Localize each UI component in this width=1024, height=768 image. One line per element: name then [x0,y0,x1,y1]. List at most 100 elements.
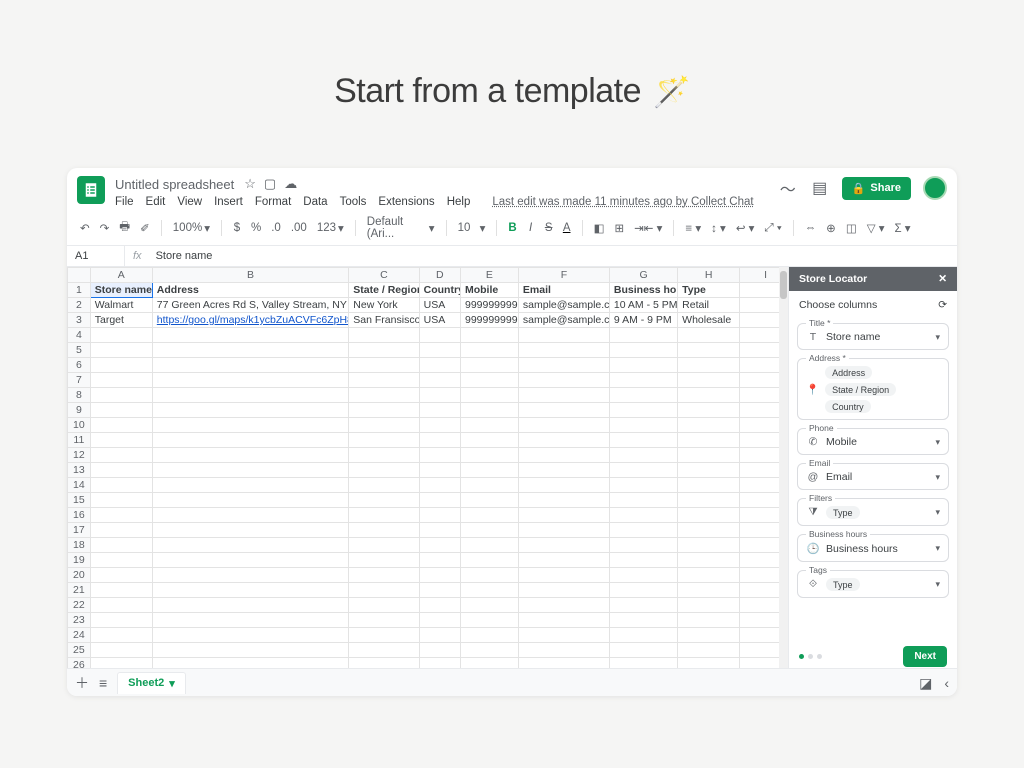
cell[interactable] [460,508,518,523]
menu-extensions[interactable]: Extensions [378,196,434,208]
cell[interactable] [678,583,740,598]
menu-data[interactable]: Data [303,196,327,208]
cell[interactable] [349,328,419,343]
cell[interactable] [609,328,677,343]
cell[interactable] [90,478,152,493]
menu-help[interactable]: Help [447,196,471,208]
cell[interactable]: Email [518,283,609,298]
cell[interactable] [349,358,419,373]
cell[interactable] [349,553,419,568]
refresh-icon[interactable]: ⟳ [938,299,947,311]
cell[interactable] [678,553,740,568]
cell[interactable] [90,418,152,433]
close-icon[interactable]: ✕ [938,273,947,285]
cell[interactable] [90,448,152,463]
zoom-select[interactable]: 100% ▾ [170,219,213,237]
cell[interactable] [419,628,460,643]
cell[interactable] [349,598,419,613]
cell[interactable] [349,613,419,628]
cell[interactable] [152,508,349,523]
cell[interactable] [460,403,518,418]
cell[interactable] [349,388,419,403]
cell[interactable] [460,553,518,568]
field-title[interactable]: Title * T Store name ▾ [797,323,949,350]
side-toggle-button[interactable]: ‹ [944,676,949,690]
functions-button[interactable]: Σ ▾ [892,219,914,237]
cell[interactable] [419,583,460,598]
font-select[interactable]: Default (Ari... ▾ [364,214,438,242]
cell[interactable] [152,478,349,493]
menu-format[interactable]: Format [255,196,291,208]
cell[interactable] [609,403,677,418]
cell[interactable] [609,613,677,628]
cell[interactable] [678,538,740,553]
cell[interactable] [518,628,609,643]
cell[interactable] [419,538,460,553]
cell-reference[interactable]: A1 [67,246,125,266]
cell[interactable]: Target [90,313,152,328]
cell[interactable]: 77 Green Acres Rd S, Valley Stream, NY 1… [152,298,349,313]
cell[interactable] [460,643,518,658]
cell[interactable] [419,328,460,343]
cell[interactable] [678,358,740,373]
cell[interactable] [460,463,518,478]
strike-button[interactable]: S [542,220,556,236]
cell[interactable] [90,568,152,583]
cell[interactable] [90,538,152,553]
cell[interactable] [460,433,518,448]
cell[interactable] [518,508,609,523]
cell[interactable] [518,523,609,538]
cell[interactable] [152,523,349,538]
cell[interactable] [90,523,152,538]
field-tags[interactable]: Tags ⟐ Type ▾ [797,570,949,598]
cell[interactable] [349,508,419,523]
cell[interactable] [609,598,677,613]
cell[interactable] [419,553,460,568]
cell[interactable] [349,343,419,358]
cell[interactable] [518,478,609,493]
cell[interactable] [349,433,419,448]
cell[interactable] [609,358,677,373]
cell[interactable] [518,493,609,508]
cell[interactable] [678,403,740,418]
italic-button[interactable]: I [524,220,538,236]
cell[interactable] [678,463,740,478]
cell[interactable] [609,568,677,583]
cloud-icon[interactable]: ☁ [284,176,297,192]
cell[interactable] [349,628,419,643]
cell[interactable] [90,553,152,568]
paint-format-button[interactable]: ✐ [137,219,153,237]
chip[interactable]: Type [826,578,860,591]
cell[interactable] [609,553,677,568]
cell[interactable] [518,433,609,448]
field-address[interactable]: Address * 📍 Address State / Region Count… [797,358,949,420]
cell[interactable] [349,493,419,508]
cell[interactable] [152,568,349,583]
valign-button[interactable]: ↕ ▾ [708,219,729,237]
cell[interactable] [460,328,518,343]
cell[interactable] [349,583,419,598]
undo-button[interactable]: ↶ [77,219,93,237]
explore-button[interactable]: ◪ [919,676,932,690]
rotate-button[interactable]: ⤢ ▾ [761,220,784,237]
sheet-tab[interactable]: Sheet2 ▾ [117,672,186,694]
halign-button[interactable]: ≡ ▾ [682,219,704,237]
cell[interactable] [609,463,677,478]
cell[interactable] [460,628,518,643]
print-button[interactable]: 🖶 [116,217,133,240]
cell[interactable]: USA [419,298,460,313]
cell[interactable] [518,373,609,388]
cell[interactable] [152,403,349,418]
cell[interactable] [460,418,518,433]
cell[interactable] [460,538,518,553]
cell[interactable] [609,388,677,403]
cell[interactable] [518,343,609,358]
fill-color-button[interactable]: ◧ [591,219,608,237]
cell[interactable]: Wholesale [678,313,740,328]
cell[interactable] [90,463,152,478]
cell[interactable] [152,463,349,478]
cell[interactable] [349,373,419,388]
cell[interactable] [609,493,677,508]
cell[interactable]: Retail [678,298,740,313]
cell[interactable] [678,373,740,388]
